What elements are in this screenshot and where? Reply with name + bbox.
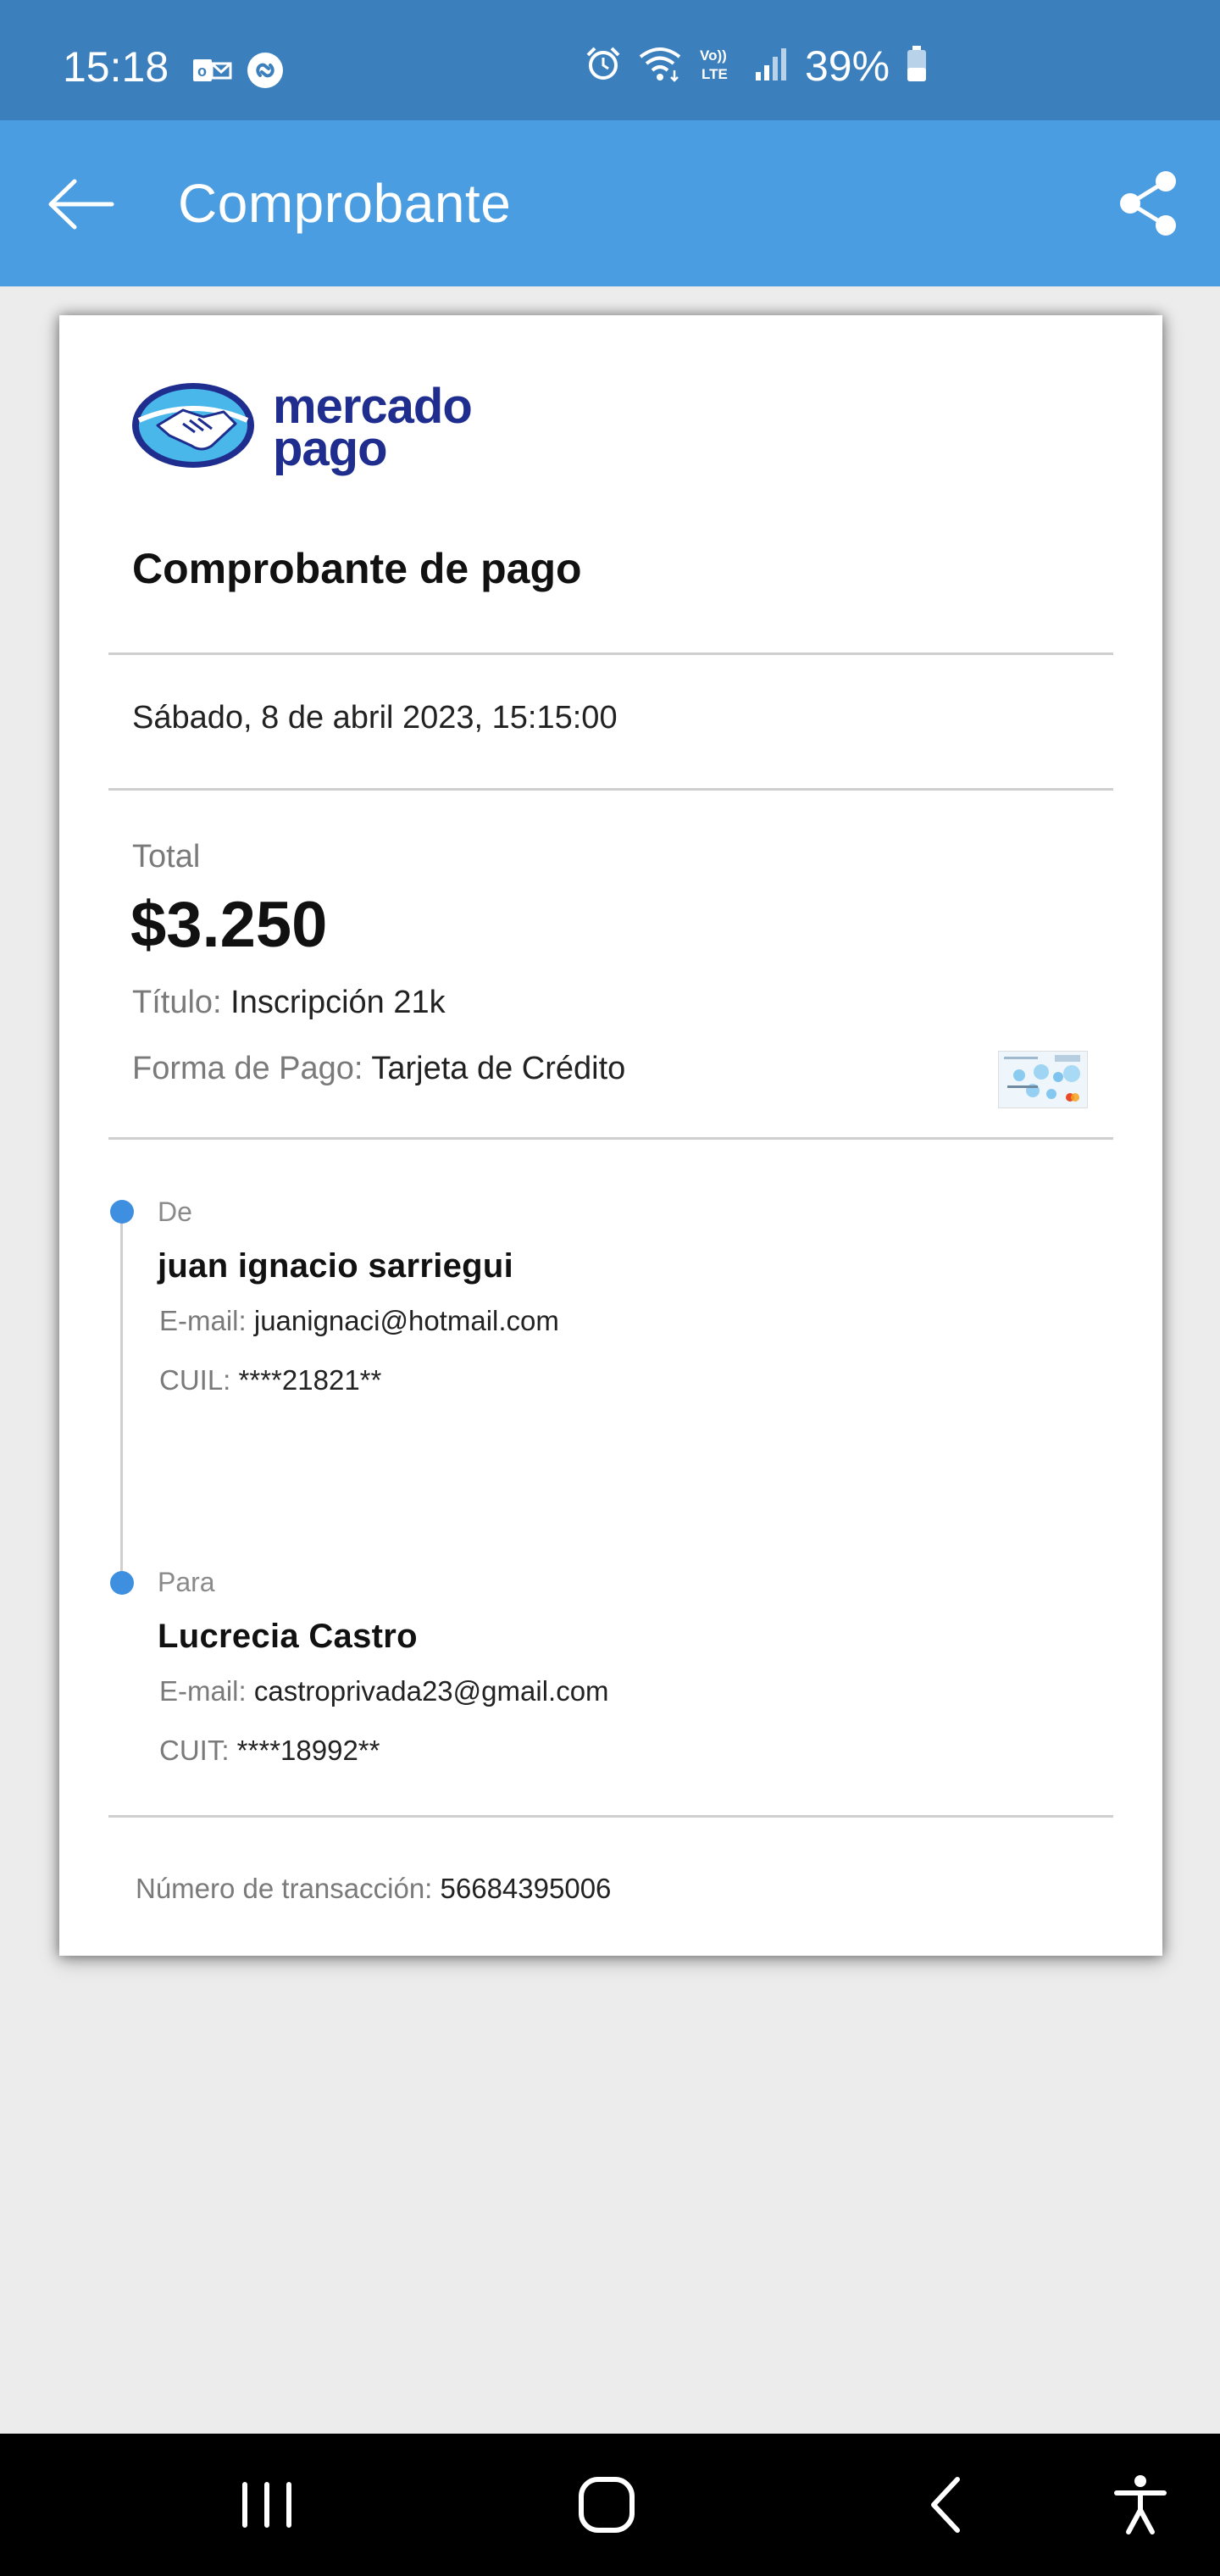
transaction-label: Número de transacción: xyxy=(136,1873,433,1904)
outlook-icon: o xyxy=(191,56,232,89)
to-email: castroprivada23@gmail.com xyxy=(253,1675,609,1707)
timeline-dot-from xyxy=(110,1200,134,1224)
svg-text:LTE: LTE xyxy=(702,66,728,82)
title-value: Inscripción 21k xyxy=(230,985,446,1020)
credit-card-thumbnail[interactable] xyxy=(998,1051,1088,1108)
to-id-label: CUIT: xyxy=(159,1735,230,1766)
payment-method-row: Forma de Pago: Tarjeta de Crédito xyxy=(132,1051,625,1087)
to-id-row: CUIT: ****18992** xyxy=(159,1735,380,1767)
from-id-value: ****21821** xyxy=(238,1364,382,1396)
notification-icons: o xyxy=(191,51,285,94)
total-amount: $3.250 xyxy=(130,889,328,961)
from-id-row: CUIL: ****21821** xyxy=(159,1364,381,1396)
svg-text:o: o xyxy=(197,63,207,80)
payment-date: Sábado, 8 de abril 2023, 15:15:00 xyxy=(132,700,618,736)
divider xyxy=(108,1137,1113,1140)
mercado-pago-logo: mercado pago xyxy=(130,381,473,476)
payment-method-value: Tarjeta de Crédito xyxy=(371,1051,626,1086)
logo-word-pago: pago xyxy=(273,420,388,476)
divider xyxy=(108,652,1113,655)
from-email: juanignaci@hotmail.com xyxy=(253,1305,559,1336)
receipt-card: mercado pago Comprobante de pago Sábado,… xyxy=(59,315,1162,1956)
battery-percent: 39% xyxy=(805,42,890,90)
logo-text: mercado pago xyxy=(273,381,473,476)
accessibility-button[interactable] xyxy=(1106,2473,1174,2537)
from-name: juan ignacio sarriegui xyxy=(158,1247,514,1285)
from-email-label: E-mail: xyxy=(159,1305,247,1336)
to-name: Lucrecia Castro xyxy=(158,1618,418,1655)
status-bar: 15:18 o Vo)) LTE 39% xyxy=(0,0,1220,120)
recent-apps-icon xyxy=(233,2482,301,2540)
status-icons: Vo)) LTE 39% xyxy=(585,44,929,87)
app-bar: Comprobante xyxy=(0,120,1220,286)
transaction-number: 56684395006 xyxy=(440,1873,612,1904)
page-title: Comprobante xyxy=(178,173,512,234)
system-back-button[interactable] xyxy=(913,2473,981,2537)
from-email-row: E-mail: juanignaci@hotmail.com xyxy=(159,1305,559,1337)
battery-icon xyxy=(905,44,929,87)
shazam-icon xyxy=(246,51,285,94)
timeline-line xyxy=(120,1213,123,1585)
signal-icon xyxy=(754,45,790,86)
transaction-row: Número de transacción: 56684395006 xyxy=(136,1873,611,1905)
to-email-row: E-mail: castroprivada23@gmail.com xyxy=(159,1675,609,1707)
accessibility-icon xyxy=(1106,2475,1174,2540)
to-label: Para xyxy=(158,1567,215,1597)
recent-apps-button[interactable] xyxy=(233,2473,301,2537)
volte-icon: Vo)) LTE xyxy=(698,45,739,86)
title-row: Título: Inscripción 21k xyxy=(132,985,446,1021)
divider xyxy=(108,1815,1113,1818)
arrow-left-icon xyxy=(46,179,117,241)
from-id-label: CUIL: xyxy=(159,1364,231,1396)
home-icon xyxy=(573,2477,640,2540)
share-icon xyxy=(1117,171,1181,241)
alarm-icon xyxy=(585,45,622,86)
to-id-value: ****18992** xyxy=(236,1735,380,1766)
title-label: Título: xyxy=(132,985,222,1020)
home-button[interactable] xyxy=(573,2473,640,2537)
payment-method-label: Forma de Pago: xyxy=(132,1051,363,1086)
svg-text:Vo)): Vo)) xyxy=(700,47,727,64)
status-time: 15:18 xyxy=(63,43,169,91)
from-label: De xyxy=(158,1196,192,1227)
system-nav-bar xyxy=(0,2434,1220,2576)
receipt-title: Comprobante de pago xyxy=(132,545,582,592)
handshake-icon xyxy=(130,381,256,474)
share-button[interactable] xyxy=(1117,169,1181,237)
to-email-label: E-mail: xyxy=(159,1675,247,1707)
back-button[interactable] xyxy=(46,171,117,237)
wifi-icon xyxy=(637,45,683,86)
total-label: Total xyxy=(132,839,201,874)
timeline-dot-to xyxy=(110,1571,134,1595)
divider xyxy=(108,788,1113,791)
back-icon xyxy=(913,2477,981,2540)
